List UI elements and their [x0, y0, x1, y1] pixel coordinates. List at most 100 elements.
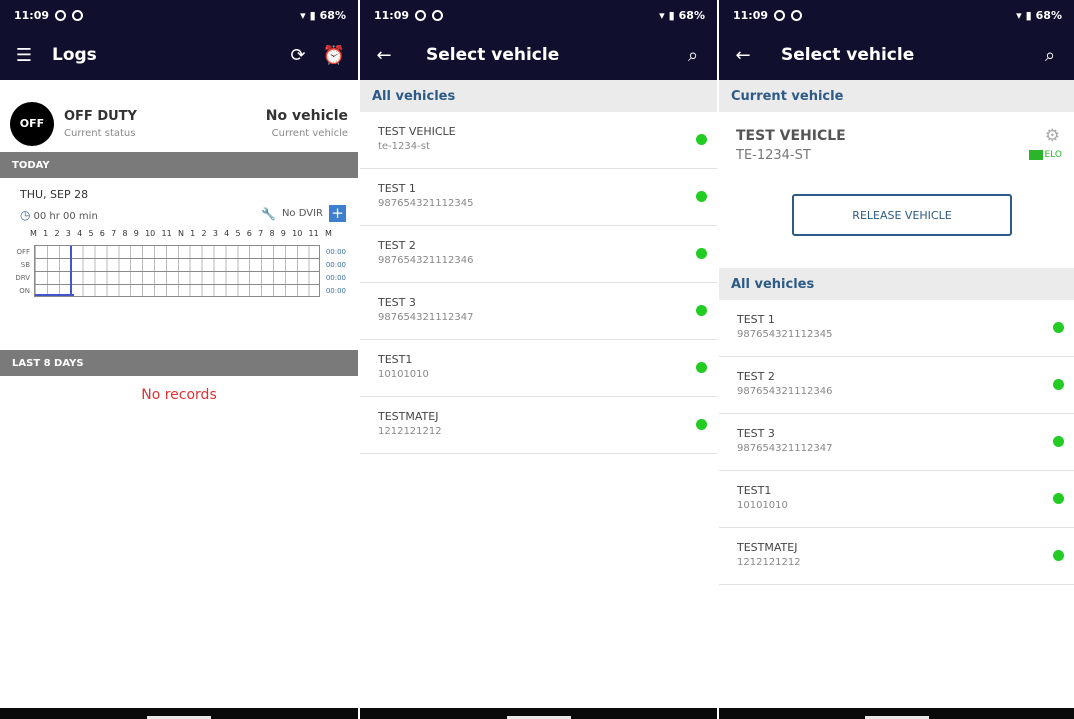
- hour-label: 10: [292, 229, 303, 238]
- screens: 11:09 ▾ ▮ 68% ☰ Logs ⟳ ⏰ OFF OFF DUTY Curr…: [0, 0, 1074, 719]
- vehicle-name: TEST 3: [378, 296, 416, 309]
- hour-label: 7: [111, 229, 117, 238]
- back-arrow-icon[interactable]: ←: [370, 41, 398, 69]
- current-vehicle-screen: 11:09 ▾ ▮ 68% ← Select vehicle ⌕ Current v…: [719, 0, 1074, 719]
- gear-icon[interactable]: ⚙: [1045, 126, 1060, 146]
- logs-screen: 11:09 ▾ ▮ 68% ☰ Logs ⟳ ⏰ OFF OFF DUTY Curr…: [0, 0, 358, 719]
- hour-label: 8: [269, 229, 275, 238]
- current-vehicle-header: Current vehicle: [719, 80, 1074, 112]
- nav-bar: [719, 708, 1074, 719]
- vehicle-number: 10101010: [737, 500, 788, 511]
- app-bar: ← Select vehicle ⌕: [719, 30, 1074, 80]
- menu-icon[interactable]: ☰: [10, 41, 38, 69]
- vehicle-list-item[interactable]: TEST 1 987654321112345: [719, 300, 1074, 357]
- vehicle-name: TEST 1: [378, 182, 416, 195]
- hour-label: M: [324, 229, 332, 238]
- vehicle-list-item[interactable]: TEST1 10101010: [360, 340, 717, 397]
- notification-icon: [791, 9, 803, 21]
- wifi-icon: ▾: [1016, 8, 1022, 22]
- grid-row-total: 00:00: [325, 261, 346, 269]
- battery-icon: ▮: [668, 8, 675, 22]
- vehicle-name: TEST 3: [737, 427, 775, 440]
- duty-line: [35, 294, 74, 296]
- hour-label: 9: [280, 229, 286, 238]
- vehicle-list: TEST 1 987654321112345 TEST 2 9876543211123…: [719, 300, 1074, 585]
- vehicle-list-item[interactable]: TEST 2 987654321112346: [719, 357, 1074, 414]
- battery-icon: ▮: [1025, 8, 1032, 22]
- vehicle-name: TEST1: [737, 484, 772, 497]
- hour-label: 8: [122, 229, 128, 238]
- hour-label: 3: [65, 229, 71, 238]
- all-vehicles-header: All vehicles: [719, 268, 1074, 300]
- vehicle-list-item[interactable]: TEST 3 987654321112347: [360, 283, 717, 340]
- battery-level: 68%: [1035, 8, 1062, 22]
- vehicle-list-item[interactable]: TESTMATEJ 1212121212: [719, 528, 1074, 585]
- vehicle-name: TEST 1: [737, 313, 775, 326]
- grid-row-totals: 00:00 00:00 00:00 00:00: [326, 246, 346, 298]
- current-vehicle-number: TE-1234-ST: [736, 148, 811, 163]
- wrench-icon: 🔧: [261, 206, 276, 221]
- vehicle-number: 987654321112345: [378, 198, 474, 209]
- hour-label: 7: [258, 229, 264, 238]
- duty-status-badge[interactable]: OFF: [10, 101, 54, 146]
- wifi-icon: ▾: [659, 8, 665, 22]
- vehicle-list-item[interactable]: TEST 3 987654321112347: [719, 414, 1074, 471]
- vehicle-number: 987654321112346: [737, 386, 833, 397]
- search-icon[interactable]: ⌕: [1036, 41, 1064, 69]
- dvir-status[interactable]: No DVIR: [282, 208, 323, 219]
- grid-row-total: 00:00: [325, 248, 346, 256]
- hour-label: 11: [308, 229, 319, 238]
- vehicle-number: 1212121212: [737, 557, 801, 568]
- day-log[interactable]: THU, SEP 28 ◷ 00 hr 00 min 🔧 No DVIR + M1…: [0, 178, 358, 350]
- grid-row-total: 00:00: [325, 274, 346, 282]
- current-vehicle[interactable]: No vehicle Current vehicle: [266, 108, 348, 139]
- hour-label: 3: [212, 229, 218, 238]
- nav-bar: [0, 708, 358, 719]
- cast-icon: [1028, 150, 1043, 160]
- nav-bar: [360, 708, 717, 719]
- vehicle-list-item[interactable]: TEST 1 987654321112345: [360, 169, 717, 226]
- vehicle-list: TEST VEHICLE te-1234-st TEST 1 987654321112…: [360, 112, 717, 454]
- vehicle-number: 987654321112347: [378, 312, 474, 323]
- status-time: 11:09: [374, 8, 410, 22]
- vehicle-list-item[interactable]: TEST VEHICLE te-1234-st: [360, 112, 717, 169]
- app-bar: ☰ Logs ⟳ ⏰: [0, 30, 358, 80]
- sync-icon[interactable]: ⟳: [284, 41, 312, 69]
- grid-row-label: ON: [19, 287, 30, 295]
- grid-row-label: OFF: [16, 248, 30, 256]
- alarm-icon[interactable]: ⏰: [320, 41, 348, 69]
- page-title: Select vehicle: [426, 45, 560, 65]
- hour-label: 6: [246, 229, 252, 238]
- duty-status-caption: Current status: [64, 127, 136, 139]
- notification-icon: [774, 9, 786, 21]
- status-bar: 11:09 ▾ ▮ 68%: [719, 0, 1074, 30]
- grid-row-total: 00:00: [325, 287, 346, 295]
- wifi-icon: ▾: [300, 8, 306, 22]
- release-vehicle-button[interactable]: RELEASE VEHICLE: [792, 194, 1012, 236]
- vehicle-list-item[interactable]: TEST 2 987654321112346: [360, 226, 717, 283]
- search-icon[interactable]: ⌕: [679, 41, 707, 69]
- vehicle-list-item[interactable]: TEST1 10101010: [719, 471, 1074, 528]
- vehicle-list-item[interactable]: TESTMATEJ 1212121212: [360, 397, 717, 454]
- online-status-dot: [696, 191, 707, 202]
- status-time: 11:09: [733, 8, 769, 22]
- online-status-dot: [1053, 379, 1064, 390]
- hour-label: 1: [43, 229, 49, 238]
- today-header: TODAY: [0, 152, 358, 178]
- no-records-message: No records: [141, 387, 217, 403]
- status-bar: 11:09 ▾ ▮ 68%: [0, 0, 358, 30]
- vehicle-name: TESTMATEJ: [378, 410, 439, 423]
- vehicle-name: TEST1: [378, 353, 413, 366]
- add-dvir-button[interactable]: +: [329, 205, 346, 222]
- duty-status-row[interactable]: OFF OFF DUTY Current status No vehicle C…: [0, 80, 358, 152]
- vehicle-number: 1212121212: [378, 426, 442, 437]
- last-days-header: LAST 8 DAYS: [0, 350, 358, 376]
- online-status-dot: [696, 362, 707, 373]
- vehicle-number: 987654321112346: [378, 255, 474, 266]
- current-vehicle-card: TEST VEHICLE TE-1234-ST ⚙ ELO RELEASE VE…: [719, 112, 1074, 268]
- back-arrow-icon[interactable]: ←: [729, 41, 757, 69]
- vehicle-caption: Current vehicle: [271, 128, 348, 139]
- online-status-dot: [696, 134, 707, 145]
- select-vehicle-screen: 11:09 ▾ ▮ 68% ← Select vehicle ⌕ All vehic…: [360, 0, 717, 719]
- vehicle-number: 987654321112345: [737, 329, 833, 340]
